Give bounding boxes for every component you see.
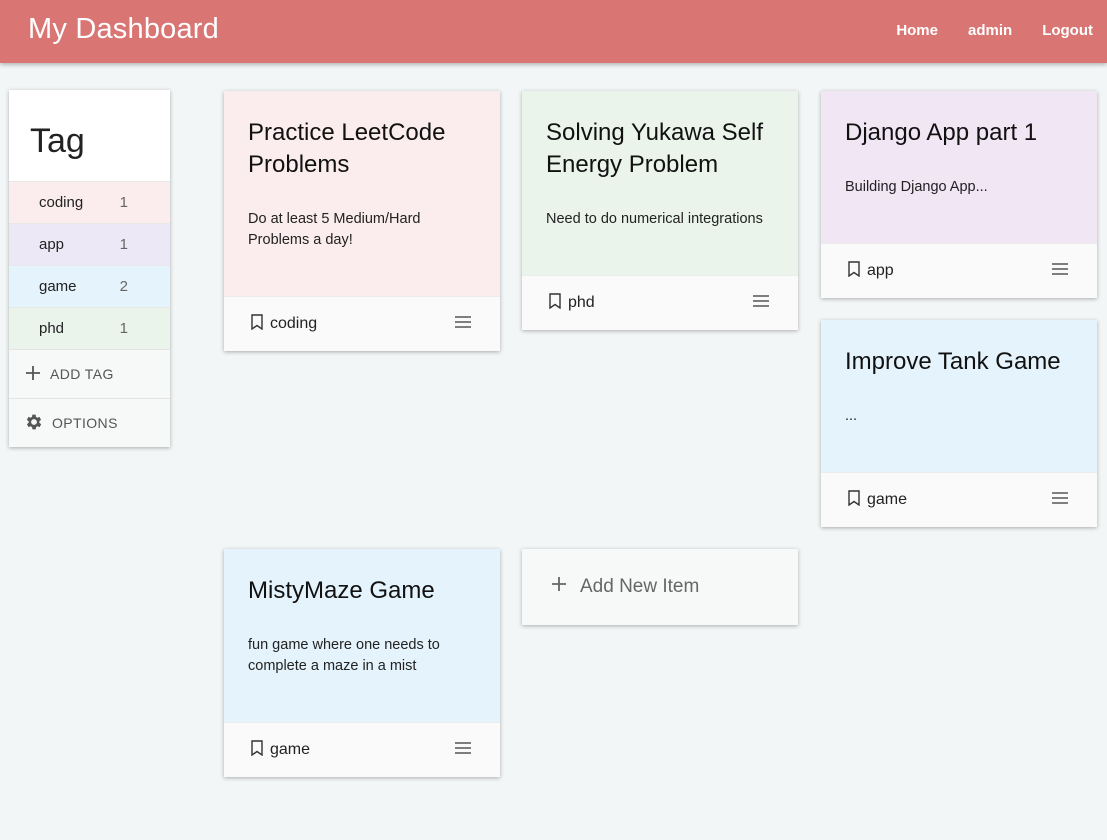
nav-home-link[interactable]: Home xyxy=(896,22,938,39)
nav-admin-link[interactable]: admin xyxy=(968,22,1012,39)
add-new-item-button[interactable]: Add New Item xyxy=(522,549,798,625)
tag-name: coding xyxy=(39,194,84,211)
card-footer: app xyxy=(821,243,1097,298)
card-tag-label: game xyxy=(270,741,311,758)
item-card[interactable]: Django App part 1 Building Django App...… xyxy=(821,91,1097,298)
card-tag[interactable]: phd xyxy=(548,292,595,314)
card-tag-label: coding xyxy=(270,315,318,332)
tag-count: 1 xyxy=(119,194,128,211)
tag-name: app xyxy=(39,236,65,253)
card-body: MistyMaze Game fun game where one needs … xyxy=(224,549,500,722)
add-tag-button[interactable]: ADD TAG xyxy=(9,349,170,398)
bookmark-icon xyxy=(250,739,264,761)
card-body: Improve Tank Game ... xyxy=(821,320,1097,472)
card-body: Solving Yukawa Self Energy Problem Need … xyxy=(522,91,798,275)
top-bar: My Dashboard Home admin Logout xyxy=(0,0,1107,63)
menu-icon[interactable] xyxy=(454,741,472,759)
card-title: MistyMaze Game xyxy=(248,577,435,604)
card-tag[interactable]: coding xyxy=(250,313,318,335)
item-card[interactable]: Practice LeetCode Problems Do at least 5… xyxy=(224,91,500,351)
item-card[interactable]: Solving Yukawa Self Energy Problem Need … xyxy=(522,91,798,330)
brand-title[interactable]: My Dashboard xyxy=(28,13,219,46)
tag-item-game[interactable]: game 2 xyxy=(9,265,170,307)
gear-icon xyxy=(24,412,44,435)
card-tag-label: phd xyxy=(568,294,595,311)
tag-name: phd xyxy=(39,320,65,337)
card-tag[interactable]: app xyxy=(847,260,894,282)
item-card[interactable]: Improve Tank Game ... game xyxy=(821,320,1097,527)
card-description: Need to do numerical integrations xyxy=(546,211,763,227)
bookmark-icon xyxy=(847,489,861,511)
card-body: Django App part 1 Building Django App... xyxy=(821,91,1097,243)
sidebar-title: Tag xyxy=(30,122,85,160)
bookmark-icon xyxy=(250,313,264,335)
card-title: Solving Yukawa Self Energy Problem xyxy=(546,119,764,178)
card-footer: game xyxy=(821,472,1097,527)
add-tag-label: ADD TAG xyxy=(50,366,114,382)
card-title: Practice LeetCode Problems xyxy=(248,119,446,178)
tag-sidebar: Tag coding 1 app 1 game 2 phd 1 ADD TAG … xyxy=(9,90,170,447)
card-tag-label: game xyxy=(867,491,908,508)
card-footer: game xyxy=(224,722,500,777)
menu-icon[interactable] xyxy=(454,315,472,333)
tag-item-phd[interactable]: phd 1 xyxy=(9,307,170,349)
options-button[interactable]: OPTIONS xyxy=(9,398,170,447)
tag-name: game xyxy=(39,278,77,295)
tag-item-coding[interactable]: coding 1 xyxy=(9,181,170,223)
card-description: fun game where one needs to complete a m… xyxy=(248,637,440,674)
bookmark-icon xyxy=(548,292,562,314)
add-new-item-label: Add New Item xyxy=(580,576,700,597)
menu-icon[interactable] xyxy=(1051,262,1069,280)
card-description: Do at least 5 Medium/Hard Problems a day… xyxy=(248,211,421,248)
bookmark-icon xyxy=(847,260,861,282)
plus-icon xyxy=(550,575,568,599)
card-footer: phd xyxy=(522,275,798,330)
options-label: OPTIONS xyxy=(52,415,118,431)
tag-count: 1 xyxy=(119,320,128,337)
card-title: Django App part 1 xyxy=(845,119,1038,146)
card-description: Building Django App... xyxy=(845,179,988,195)
card-tag[interactable]: game xyxy=(847,489,908,511)
plus-icon xyxy=(24,364,42,385)
tag-item-app[interactable]: app 1 xyxy=(9,223,170,265)
card-footer: coding xyxy=(224,296,500,351)
top-nav: Home admin Logout xyxy=(896,22,1093,39)
menu-icon[interactable] xyxy=(752,294,770,312)
tag-count: 1 xyxy=(119,236,128,253)
nav-logout-link[interactable]: Logout xyxy=(1042,22,1093,39)
card-description: ... xyxy=(845,408,858,424)
tag-count: 2 xyxy=(119,278,128,295)
card-tag-label: app xyxy=(867,262,894,279)
item-card[interactable]: MistyMaze Game fun game where one needs … xyxy=(224,549,500,777)
card-title: Improve Tank Game xyxy=(845,348,1061,375)
menu-icon[interactable] xyxy=(1051,491,1069,509)
card-body: Practice LeetCode Problems Do at least 5… xyxy=(224,91,500,296)
card-tag[interactable]: game xyxy=(250,739,311,761)
